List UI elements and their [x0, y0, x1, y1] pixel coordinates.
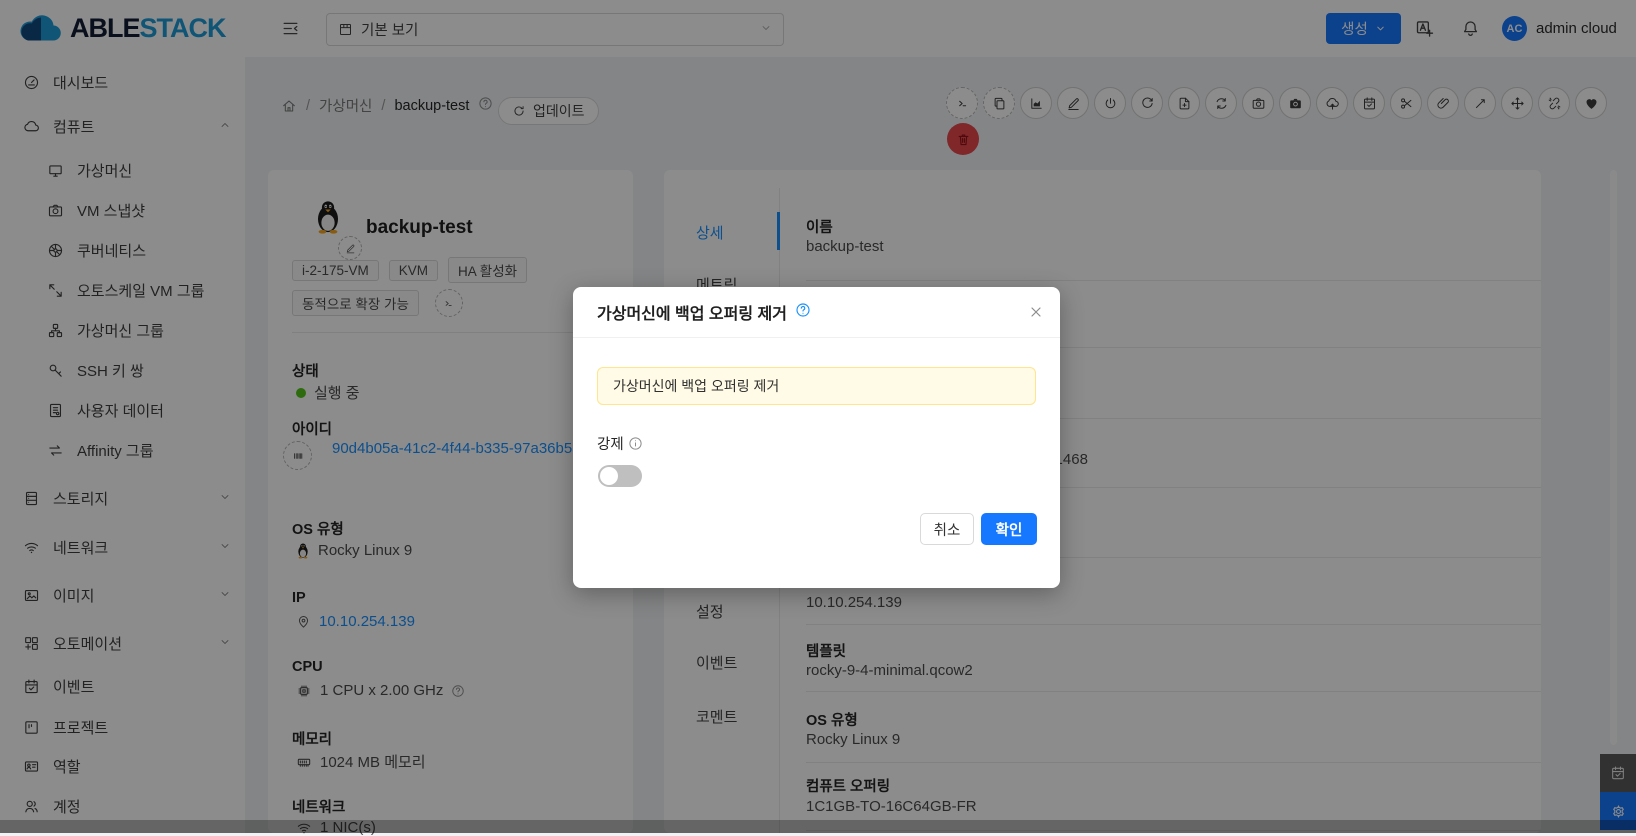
force-toggle[interactable]: [598, 465, 642, 487]
modal-title: 가상머신에 백업 오퍼링 제거: [597, 300, 787, 324]
warning-alert: 가상머신에 백업 오퍼링 제거: [597, 367, 1036, 405]
cancel-button[interactable]: 취소: [920, 513, 974, 545]
info-icon[interactable]: [628, 436, 643, 451]
warning-alert-text: 가상머신에 백업 오퍼링 제거: [613, 376, 779, 396]
bottom-edge-strip: [0, 820, 1636, 833]
close-icon[interactable]: [1028, 304, 1044, 323]
force-field-label: 강제: [597, 433, 643, 454]
remove-backup-offering-modal: 가상머신에 백업 오퍼링 제거 가상머신에 백업 오퍼링 제거 강제 취소 확인: [573, 287, 1060, 588]
toggle-knob: [600, 467, 618, 485]
modal-header: 가상머신에 백업 오퍼링 제거: [573, 287, 1060, 338]
confirm-button[interactable]: 확인: [981, 513, 1037, 545]
help-icon[interactable]: [795, 302, 811, 323]
